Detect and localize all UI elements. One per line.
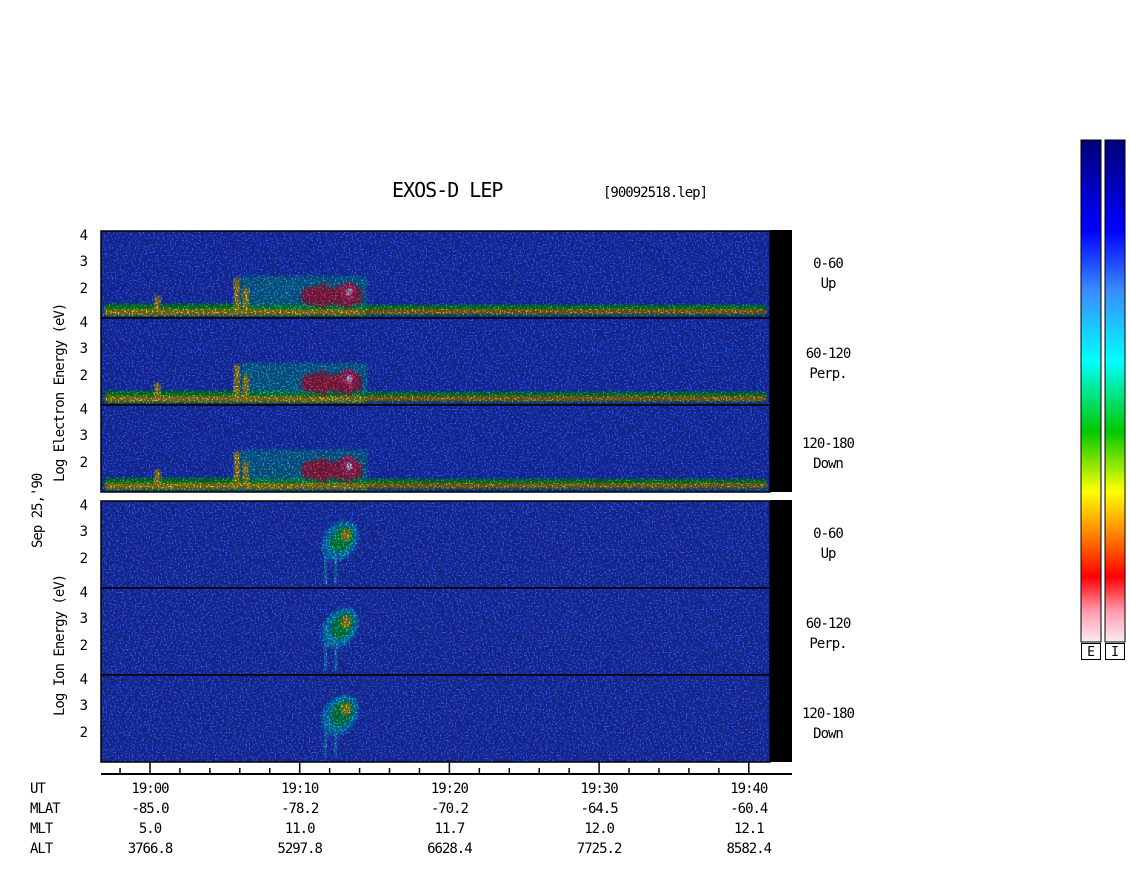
energy-tick-label: 4	[79, 672, 88, 688]
panel-1-electron	[100, 230, 771, 319]
panels-layer	[100, 230, 771, 763]
panel-label-3: 120-180 Down	[793, 434, 863, 474]
direction-label: Up	[820, 546, 837, 562]
alt-row-label: ALT	[30, 841, 53, 857]
mlt-value: 12.1	[733, 821, 765, 837]
panel-5-ion	[100, 587, 771, 676]
panel-label-2: 60-120 Perp.	[793, 344, 863, 384]
direction-label: Perp.	[809, 366, 847, 382]
energy-tick-label: 3	[79, 524, 88, 540]
panel-4-ion	[100, 500, 771, 589]
colorbar-ion	[1104, 139, 1126, 643]
pitch-range-label: 60-120	[805, 616, 852, 632]
data-gap-ion	[770, 500, 792, 762]
panel-3-electron	[100, 404, 771, 493]
energy-tick-label: 4	[79, 402, 88, 418]
energy-tick-label: 2	[79, 551, 88, 567]
panel-label-4: 0-60 Up	[793, 524, 863, 564]
data-gap-electron	[770, 230, 792, 492]
alt-value: 5297.8	[277, 841, 323, 857]
energy-tick-label: 4	[79, 315, 88, 331]
ut-value: 19:00	[131, 781, 169, 797]
energy-tick-label: 4	[79, 228, 88, 244]
energy-tick-label: 3	[79, 698, 88, 714]
mlat-row-label: MLAT	[30, 801, 61, 817]
mlat-value: -78.2	[281, 801, 319, 817]
energy-tick-label: 2	[79, 725, 88, 741]
energy-tick-label: 2	[79, 281, 88, 297]
alt-value: 7725.2	[576, 841, 623, 857]
mlat-value: -64.5	[580, 801, 619, 817]
panel-label-5: 60-120 Perp.	[793, 614, 863, 654]
ut-value: 19:30	[580, 781, 619, 797]
time-axis-ticks	[119, 762, 750, 774]
energy-tick-label: 4	[79, 585, 88, 601]
panel-2-electron	[100, 317, 771, 406]
ut-row-label: UT	[30, 781, 46, 797]
colorbar-ion-label: I	[1105, 643, 1125, 660]
mlt-value: 12.0	[584, 821, 615, 837]
pitch-range-label: 120-180	[801, 706, 855, 722]
alt-value: 3766.8	[127, 841, 174, 857]
energy-tick-label: 4	[79, 498, 88, 514]
direction-label: Up	[820, 276, 837, 292]
energy-tick-label: 3	[79, 341, 88, 357]
spectrogram-chart	[100, 139, 1126, 775]
direction-label: Perp.	[809, 636, 847, 652]
ut-value: 19:20	[430, 781, 469, 797]
direction-label: Down	[813, 456, 844, 472]
mlat-value: -85.0	[131, 801, 169, 817]
energy-tick-label: 3	[79, 254, 88, 270]
panel-6-ion	[100, 674, 771, 763]
energy-tick-label: 3	[79, 428, 88, 444]
energy-tick-label: 3	[79, 611, 88, 627]
ut-value: 19:10	[281, 781, 319, 797]
pitch-range-label: 0-60	[813, 526, 844, 542]
energy-tick-label: 2	[79, 638, 88, 654]
panel-label-1: 0-60 Up	[793, 254, 863, 294]
pitch-range-label: 0-60	[813, 256, 844, 272]
mlt-value: 11.7	[434, 821, 466, 837]
mlt-value: 11.0	[284, 821, 316, 837]
alt-value: 8582.4	[726, 841, 773, 857]
pitch-range-label: 60-120	[805, 346, 852, 362]
ut-value: 19:40	[730, 781, 768, 797]
mlat-value: -60.4	[730, 801, 768, 817]
mlt-value: 5.0	[138, 821, 162, 837]
energy-tick-label: 2	[79, 368, 88, 384]
mlat-value: -70.2	[430, 801, 469, 817]
energy-tick-label: 2	[79, 455, 88, 471]
mlt-row-label: MLT	[30, 821, 53, 837]
direction-label: Down	[813, 726, 844, 742]
pitch-range-label: 120-180	[801, 436, 855, 452]
alt-value: 6628.4	[427, 841, 473, 857]
colorbar-electron-label: E	[1081, 643, 1101, 660]
colorbar-electron	[1080, 139, 1102, 643]
panel-label-6: 120-180 Down	[793, 704, 863, 744]
